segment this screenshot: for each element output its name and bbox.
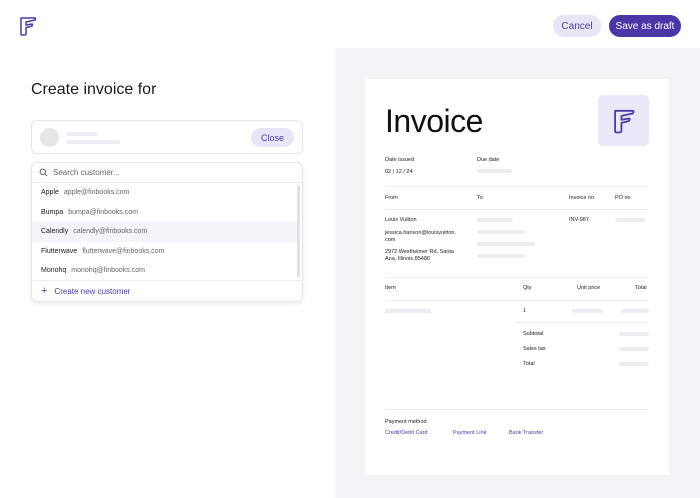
invoice-title: Invoice bbox=[385, 103, 483, 139]
customer-item-bumpa[interactable]: Bumpa bumpa@finbooks.com bbox=[32, 203, 300, 223]
customer-list: Apple apple@finbooks.com Bumpa bumpa@fin… bbox=[32, 183, 300, 281]
customer-name: Bumpa bbox=[41, 208, 64, 216]
customer-name: Calendly bbox=[41, 228, 69, 236]
plus-icon: + bbox=[41, 285, 48, 297]
selected-customer-card: Close bbox=[31, 120, 303, 154]
invoice-no-value: INV-987 bbox=[569, 217, 589, 223]
customer-name: Apple bbox=[41, 189, 59, 197]
unit-price-placeholder bbox=[572, 309, 603, 313]
grand-total-placeholder bbox=[619, 362, 649, 366]
invoice-document: Invoice Date issued 02 / 12 / 24 Due dat… bbox=[365, 79, 669, 475]
page-title: Create invoice for bbox=[31, 81, 157, 98]
from-name: Louis Vuitton bbox=[385, 217, 417, 223]
subtotal-placeholder bbox=[619, 332, 649, 336]
customer-item-monohq[interactable]: Monohq monohq@finbooks.com bbox=[32, 261, 300, 281]
divider bbox=[515, 322, 649, 323]
date-issued-value: 02 / 12 / 24 bbox=[385, 169, 413, 175]
payment-method-card[interactable]: Credit/Debit Card bbox=[385, 430, 428, 436]
invoice-no-label: Invoice no bbox=[569, 195, 595, 201]
to-placeholder bbox=[477, 254, 525, 258]
scrollbar[interactable] bbox=[297, 185, 300, 277]
customer-email: calendly@finbooks.com bbox=[73, 228, 148, 236]
divider bbox=[385, 277, 649, 278]
from-label: From bbox=[385, 195, 398, 201]
search-icon bbox=[39, 168, 48, 177]
customer-name: Flutterwave bbox=[41, 247, 78, 255]
customer-email: flutterwave@finbooks.com bbox=[82, 247, 165, 255]
unit-price-column-header: Unit price bbox=[577, 285, 601, 291]
customer-email-placeholder bbox=[66, 140, 120, 144]
to-placeholder bbox=[477, 242, 535, 246]
finbooks-logo-icon bbox=[613, 109, 634, 133]
po-no-placeholder bbox=[615, 218, 645, 222]
finbooks-logo-icon bbox=[20, 17, 37, 36]
divider bbox=[385, 409, 649, 410]
payment-method-bank-transfer[interactable]: Bank Transfer bbox=[509, 430, 543, 436]
from-email-line-2: com bbox=[385, 237, 396, 243]
invoice-preview-panel: Invoice Date issued 02 / 12 / 24 Due dat… bbox=[335, 48, 700, 498]
from-address-line-1: 2972 Westheimer Rd. Santa bbox=[385, 249, 454, 255]
line-total-placeholder bbox=[621, 309, 649, 313]
to-placeholder bbox=[477, 218, 513, 222]
customer-dropdown: Apple apple@finbooks.com Bumpa bumpa@fin… bbox=[31, 162, 303, 302]
customer-email: apple@finbooks.com bbox=[63, 189, 130, 197]
payment-method-link[interactable]: Payment Link bbox=[453, 430, 486, 436]
divider bbox=[385, 186, 649, 187]
subtotal-label: Subtotal bbox=[523, 331, 544, 337]
customer-name-placeholder bbox=[66, 132, 98, 136]
customer-item-apple[interactable]: Apple apple@finbooks.com bbox=[32, 183, 300, 203]
divider bbox=[385, 300, 649, 301]
from-email-line-1: jessica.hanson@louisvuitton. bbox=[385, 230, 457, 236]
customer-name: Monohq bbox=[41, 267, 67, 275]
customer-email: bumpa@finbooks.com bbox=[68, 208, 138, 216]
cancel-button[interactable]: Cancel bbox=[553, 15, 601, 37]
avatar bbox=[40, 128, 59, 147]
customer-item-flutterwave[interactable]: Flutterwave flutterwave@finbooks.com bbox=[32, 242, 300, 262]
top-bar: Cancel Save as draft bbox=[0, 0, 700, 48]
sales-tax-placeholder bbox=[619, 347, 649, 351]
due-date-label: Due date bbox=[477, 157, 500, 163]
to-label: To bbox=[477, 195, 483, 201]
from-address-line-2: Ana, Illinois 85486 bbox=[385, 256, 430, 262]
qty-column-header: Qty bbox=[523, 285, 532, 291]
po-no-label: PO no bbox=[615, 195, 631, 201]
customer-item-calendly[interactable]: Calendly calendly@finbooks.com bbox=[32, 222, 300, 242]
date-issued-label: Date issued bbox=[385, 157, 415, 163]
search-row bbox=[32, 163, 302, 183]
save-as-draft-button[interactable]: Save as draft bbox=[609, 15, 681, 37]
due-date-placeholder bbox=[477, 169, 512, 173]
company-logo bbox=[598, 95, 649, 146]
search-customer-input[interactable] bbox=[53, 168, 253, 177]
create-new-customer-label: Create new customer bbox=[54, 287, 131, 296]
item-placeholder bbox=[385, 309, 431, 313]
qty-value: 1 bbox=[523, 308, 527, 314]
total-column-header: Total bbox=[635, 285, 647, 291]
item-column-header: Item bbox=[385, 285, 396, 291]
close-button[interactable]: Close bbox=[251, 128, 294, 147]
grand-total-label: Total bbox=[523, 361, 535, 367]
payment-method-label: Payment method bbox=[385, 419, 427, 425]
sales-tax-label: Sales tax bbox=[523, 346, 546, 352]
create-new-customer-button[interactable]: + Create new customer bbox=[32, 280, 302, 301]
customer-panel: Create invoice for Close Apple apple@fin… bbox=[0, 48, 335, 498]
customer-email: monohq@finbooks.com bbox=[71, 267, 145, 275]
to-placeholder bbox=[477, 230, 525, 234]
divider bbox=[385, 209, 649, 210]
